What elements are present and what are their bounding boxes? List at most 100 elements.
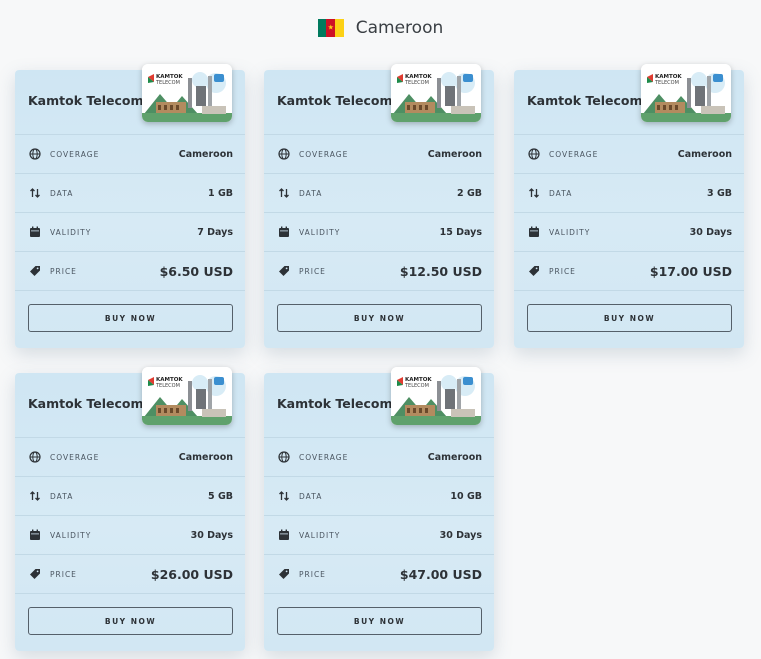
validity-value: 7 Days	[197, 226, 233, 238]
price-value: $12.50 USD	[399, 263, 482, 279]
price-label: PRICE	[50, 266, 77, 276]
price-label: PRICE	[549, 266, 576, 276]
validity-row: VALIDITY 30 Days	[264, 516, 494, 555]
calendar-icon	[28, 528, 42, 542]
validity-label: VALIDITY	[299, 227, 341, 237]
data-row: DATA 1 GB	[15, 174, 245, 213]
price-tag-icon	[277, 567, 291, 581]
coverage-row: COVERAGE Cameroon	[15, 135, 245, 174]
price-label: PRICE	[299, 569, 326, 579]
page-title: Cameroon	[355, 18, 444, 38]
validity-label: VALIDITY	[549, 227, 591, 237]
data-label: DATA	[50, 188, 74, 198]
provider-name: Kamtok Telecom	[527, 93, 643, 108]
provider-name: Kamtok Telecom	[277, 396, 393, 411]
svg-text:TELECOM: TELECOM	[404, 383, 429, 389]
validity-value: 30 Days	[689, 226, 732, 238]
buy-now-button[interactable]: BUY NOW	[28, 607, 233, 635]
svg-text:TELECOM: TELECOM	[155, 80, 180, 86]
price-value: $6.50 USD	[159, 263, 233, 279]
validity-value: 30 Days	[439, 529, 482, 541]
coverage-row: COVERAGE Cameroon	[264, 438, 494, 477]
provider-thumbnail: KAMTOK TELECOM	[142, 64, 232, 122]
plan-card: Kamtok Telecom KAMTOK TELECOM COVERAGE C…	[264, 64, 494, 348]
data-label: DATA	[50, 491, 74, 501]
calendar-icon	[28, 225, 42, 239]
validity-value: 30 Days	[190, 529, 233, 541]
globe-icon	[527, 147, 541, 161]
price-row: PRICE $6.50 USD	[15, 252, 245, 291]
price-row: PRICE $47.00 USD	[264, 555, 494, 594]
data-value: 5 GB	[208, 490, 233, 502]
provider-name: Kamtok Telecom	[277, 93, 393, 108]
validity-row: VALIDITY 7 Days	[15, 213, 245, 252]
validity-row: VALIDITY 30 Days	[514, 213, 744, 252]
validity-label: VALIDITY	[50, 227, 92, 237]
data-value: 3 GB	[707, 187, 732, 199]
price-value: $47.00 USD	[399, 566, 482, 582]
globe-icon	[277, 450, 291, 464]
validity-row: VALIDITY 15 Days	[264, 213, 494, 252]
buy-now-button[interactable]: BUY NOW	[527, 304, 732, 332]
price-row: PRICE $17.00 USD	[514, 252, 744, 291]
data-row: DATA 2 GB	[264, 174, 494, 213]
price-label: PRICE	[299, 266, 326, 276]
coverage-label: COVERAGE	[299, 452, 349, 462]
data-row: DATA 10 GB	[264, 477, 494, 516]
calendar-icon	[277, 528, 291, 542]
calendar-icon	[277, 225, 291, 239]
coverage-value: Cameroon	[427, 451, 482, 463]
buy-now-button[interactable]: BUY NOW	[277, 607, 482, 635]
data-value: 2 GB	[457, 187, 482, 199]
svg-text:TELECOM: TELECOM	[404, 80, 429, 86]
price-row: PRICE $12.50 USD	[264, 252, 494, 291]
buy-button-wrap: BUY NOW	[264, 594, 494, 635]
provider-thumbnail: KAMTOK TELECOM	[142, 367, 232, 425]
buy-button-wrap: BUY NOW	[514, 291, 744, 332]
price-tag-icon	[277, 264, 291, 278]
buy-now-button[interactable]: BUY NOW	[277, 304, 482, 332]
coverage-label: COVERAGE	[50, 452, 100, 462]
coverage-value: Cameroon	[178, 148, 233, 160]
validity-row: VALIDITY 30 Days	[15, 516, 245, 555]
data-row: DATA 3 GB	[514, 174, 744, 213]
card-header: Kamtok Telecom KAMTOK TELECOM	[15, 367, 245, 438]
coverage-label: COVERAGE	[549, 149, 599, 159]
page-header: Cameroon	[0, 14, 761, 42]
card-header: Kamtok Telecom KAMTOK TELECOM	[514, 64, 744, 135]
provider-name: Kamtok Telecom	[28, 396, 144, 411]
coverage-row: COVERAGE Cameroon	[514, 135, 744, 174]
card-header: Kamtok Telecom KAMTOK TELECOM	[264, 64, 494, 135]
data-arrows-icon	[28, 186, 42, 200]
data-arrows-icon	[527, 186, 541, 200]
coverage-value: Cameroon	[178, 451, 233, 463]
globe-icon	[277, 147, 291, 161]
price-tag-icon	[28, 264, 42, 278]
plan-card: Kamtok Telecom KAMTOK TELECOM COVERAGE C…	[514, 64, 744, 348]
plan-card: Kamtok Telecom KAMTOK TELECOM COVERAGE C…	[15, 367, 245, 651]
coverage-label: COVERAGE	[299, 149, 349, 159]
data-value: 10 GB	[450, 490, 482, 502]
card-header: Kamtok Telecom KAMTOK TELECOM	[15, 64, 245, 135]
validity-value: 15 Days	[439, 226, 482, 238]
coverage-row: COVERAGE Cameroon	[264, 135, 494, 174]
data-arrows-icon	[277, 186, 291, 200]
price-tag-icon	[527, 264, 541, 278]
validity-label: VALIDITY	[299, 530, 341, 540]
buy-button-wrap: BUY NOW	[15, 594, 245, 635]
provider-thumbnail: KAMTOK TELECOM	[641, 64, 731, 122]
data-row: DATA 5 GB	[15, 477, 245, 516]
plan-card: Kamtok Telecom KAMTOK TELECOM COVERAGE C…	[15, 64, 245, 348]
data-label: DATA	[299, 188, 323, 198]
price-tag-icon	[28, 567, 42, 581]
data-value: 1 GB	[208, 187, 233, 199]
svg-text:TELECOM: TELECOM	[654, 80, 679, 86]
data-label: DATA	[299, 491, 323, 501]
provider-thumbnail: KAMTOK TELECOM	[391, 64, 481, 122]
buy-now-button[interactable]: BUY NOW	[28, 304, 233, 332]
svg-text:TELECOM: TELECOM	[155, 383, 180, 389]
validity-label: VALIDITY	[50, 530, 92, 540]
card-header: Kamtok Telecom KAMTOK TELECOM	[264, 367, 494, 438]
buy-button-wrap: BUY NOW	[15, 291, 245, 332]
data-arrows-icon	[28, 489, 42, 503]
